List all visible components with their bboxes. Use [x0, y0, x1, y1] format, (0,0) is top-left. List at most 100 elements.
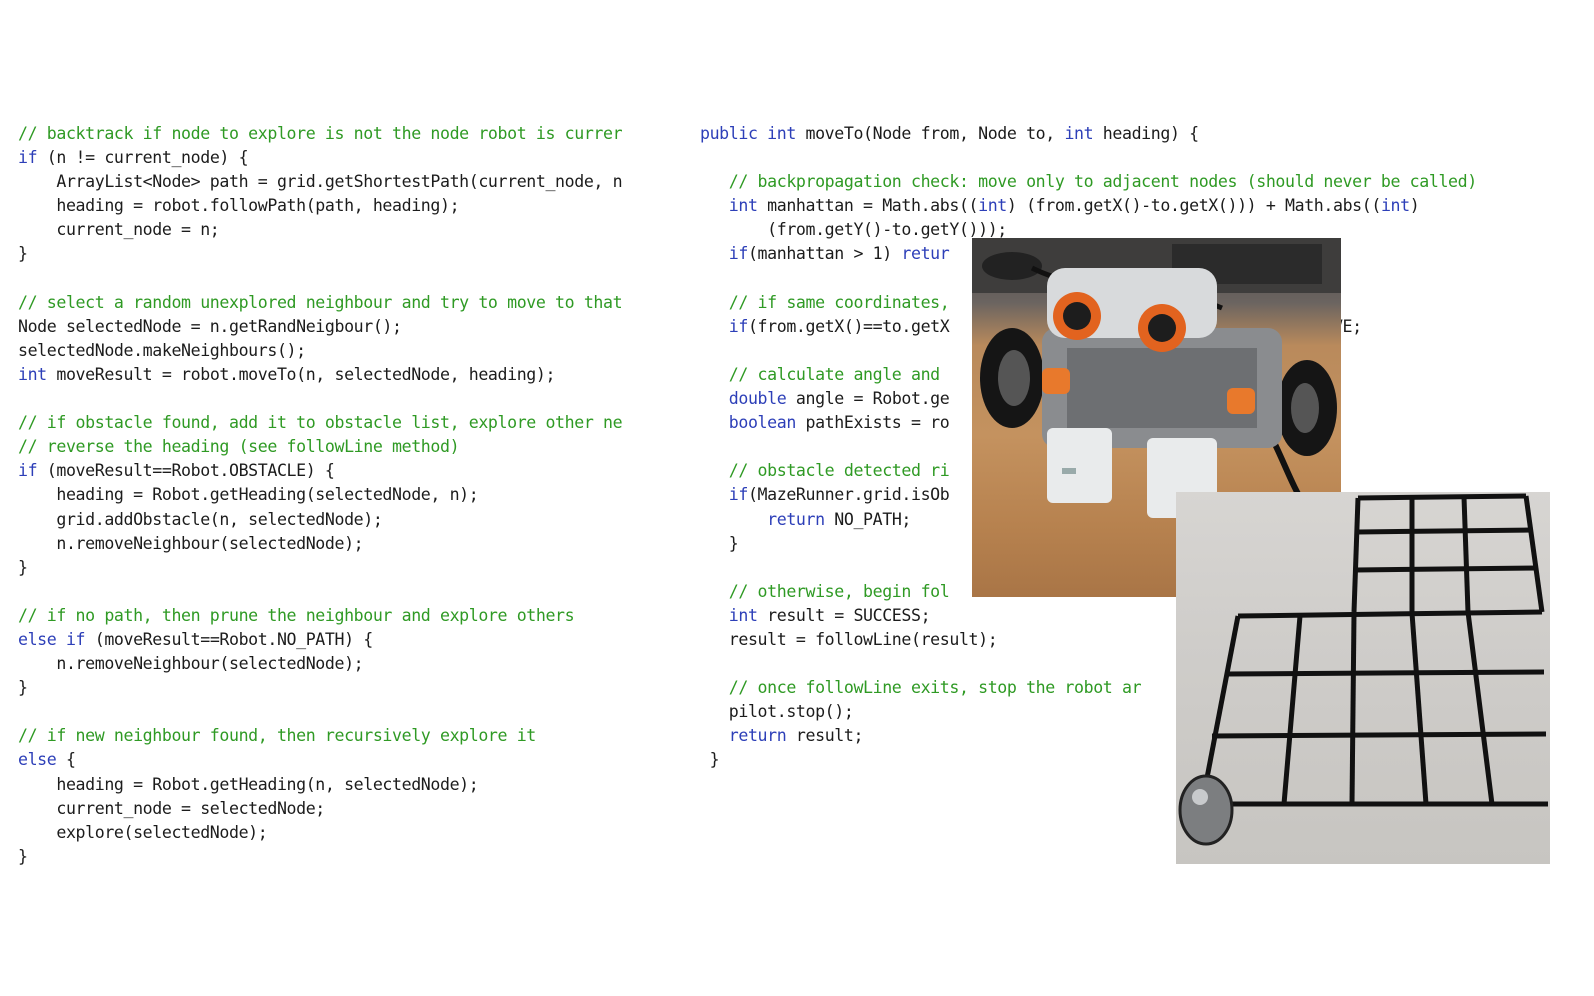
code-comment: // backtrack if node to explore is not t…: [18, 124, 623, 143]
code-line: // if obstacle found, add it to obstacle…: [18, 411, 682, 435]
code-text: grid.addObstacle(n, selectedNode);: [18, 509, 383, 529]
code-text: n.removeNeighbour(selectedNode);: [18, 654, 364, 674]
floor-grid-illustration: [1178, 493, 1548, 846]
code-line: current_node = selectedNode;: [18, 797, 682, 821]
code-keyword: return: [700, 509, 825, 529]
code-keyword: int: [700, 605, 758, 625]
code-text: result = followLine(result);: [700, 629, 998, 649]
code-text: ): [1409, 196, 1420, 216]
code-line: }: [18, 242, 682, 266]
code-text: (MazeRunner.grid.isOb: [747, 485, 950, 505]
code-line: selectedNode.makeNeighbours();: [18, 339, 682, 363]
code-text: moveResult = robot.moveTo(n, selectedNod…: [46, 364, 556, 384]
code-comment: // backpropagation check: move only to a…: [700, 172, 1477, 192]
code-text: {: [56, 750, 76, 770]
code-text: angle = Robot.ge: [786, 389, 950, 409]
code-line: // reverse the heading (see followLine m…: [18, 435, 682, 459]
code-text: result = SUCCESS;: [757, 605, 931, 625]
left-code-listing: // backtrack if node to explore is not t…: [18, 122, 682, 882]
code-text: manhattan = Math.abs((: [757, 196, 979, 216]
floor-grid-photo: [1176, 492, 1550, 864]
code-comment: // otherwise, begin fol: [700, 581, 950, 601]
code-line: int moveResult = robot.moveTo(n, selecte…: [18, 363, 682, 387]
code-line: // if no path, then prune the neighbour …: [18, 604, 682, 628]
code-line: Node selectedNode = n.getRandNeigbour();: [18, 315, 682, 339]
code-comment: // reverse the heading (see followLine m…: [18, 437, 460, 457]
code-text: ArrayList<Node> path = grid.getShortestP…: [18, 172, 623, 192]
code-line: if (moveResult==Robot.OBSTACLE) {: [18, 459, 682, 483]
code-line: n.removeNeighbour(selectedNode);: [18, 652, 682, 676]
code-comment: // select a random unexplored neighbour …: [18, 292, 623, 312]
code-line: // if new neighbour found, then recursiv…: [18, 724, 682, 748]
code-line: heading = Robot.getHeading(selectedNode,…: [18, 483, 682, 507]
code-text: moveTo(Node from, Node to,: [795, 124, 1065, 143]
code-line: else {: [18, 748, 682, 772]
code-comment: // once followLine exits, stop the robot…: [700, 678, 1142, 698]
code-keyword: double: [700, 389, 787, 409]
code-keyword: if: [700, 244, 749, 264]
code-keyword: else: [18, 750, 57, 770]
code-text: }: [700, 750, 720, 770]
code-keyword: int: [18, 364, 47, 384]
code-comment: // obstacle detected ri: [700, 461, 950, 481]
code-line: }: [18, 556, 682, 580]
code-keyword: if: [700, 485, 749, 505]
code-text: n.removeNeighbour(selectedNode);: [18, 533, 364, 553]
code-keyword: return: [700, 726, 787, 746]
code-line: // backtrack if node to explore is not t…: [18, 122, 682, 146]
code-text: result;: [786, 726, 864, 746]
code-line: }: [18, 676, 682, 700]
code-text: (manhattan > 1): [747, 244, 902, 264]
code-text: heading = robot.followPath(path, heading…: [18, 196, 460, 216]
code-line: // backpropagation check: move only to a…: [700, 170, 1580, 194]
code-text: }: [18, 244, 28, 264]
code-text: }: [700, 533, 739, 553]
code-text: }: [18, 557, 28, 577]
code-keyword: int: [1064, 124, 1094, 143]
code-text: (from.getY()-to.getY()));: [700, 220, 1007, 240]
code-line: grid.addObstacle(n, selectedNode);: [18, 508, 682, 532]
code-text: Node selectedNode = n.getRandNeigbour();: [18, 316, 402, 336]
code-comment: // if no path, then prune the neighbour …: [18, 605, 575, 625]
code-line: // select a random unexplored neighbour …: [18, 291, 682, 315]
code-comment: // if new neighbour found, then recursiv…: [18, 726, 536, 746]
code-keyword: int: [1380, 196, 1410, 216]
code-line: current_node = n;: [18, 218, 682, 242]
code-text: pilot.stop();: [700, 702, 854, 722]
code-text: heading = Robot.getHeading(n, selectedNo…: [18, 774, 479, 794]
code-keyword: if: [18, 461, 38, 481]
code-comment: // if obstacle found, add it to obstacle…: [18, 413, 623, 433]
code-line: explore(selectedNode);: [18, 821, 682, 845]
code-line: ArrayList<Node> path = grid.getShortestP…: [18, 170, 682, 194]
code-line: public int moveTo(Node from, Node to, in…: [700, 122, 1580, 146]
code-keyword: int: [700, 196, 758, 216]
code-keyword: retur: [901, 244, 950, 264]
code-text: }: [18, 678, 28, 698]
code-text: heading = Robot.getHeading(selectedNode,…: [18, 485, 479, 505]
code-keyword: else if: [18, 629, 86, 649]
code-keyword: if: [18, 148, 38, 168]
code-text: }: [18, 846, 28, 866]
code-line: n.removeNeighbour(selectedNode);: [18, 532, 682, 556]
code-line: int manhattan = Math.abs((int) (from.get…: [700, 194, 1580, 218]
code-keyword: int: [978, 196, 1007, 216]
code-keyword: if: [700, 316, 749, 336]
code-text: ) (from.getX()-to.getX())) + Math.abs((: [1006, 196, 1381, 216]
code-line: else if (moveResult==Robot.NO_PATH) {: [18, 628, 682, 652]
code-line: heading = Robot.getHeading(n, selectedNo…: [18, 773, 682, 797]
code-line: if (n != current_node) {: [18, 146, 682, 170]
code-text: NO_PATH;: [824, 509, 912, 529]
code-text: selectedNode.makeNeighbours();: [18, 340, 306, 360]
code-comment: // if same coordinates,: [700, 292, 950, 312]
code-text: (n != current_node) {: [37, 148, 249, 168]
code-text: current_node = n;: [18, 220, 220, 240]
code-line: }: [18, 845, 682, 869]
code-text: (moveResult==Robot.NO_PATH) {: [85, 629, 374, 649]
code-text: pathExists = ro: [795, 413, 950, 433]
code-text: explore(selectedNode);: [18, 822, 268, 842]
code-text: heading) {: [1093, 124, 1199, 143]
